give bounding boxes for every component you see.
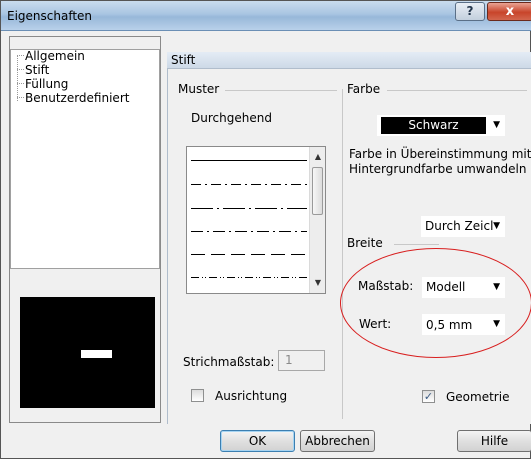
geometrie-label: Geometrie [446,390,510,404]
pattern-long-dash-dot[interactable] [191,208,307,209]
ausrichtung-checkbox[interactable] [191,389,204,402]
tree-connector [17,83,24,84]
panel-header: Stift [167,52,531,69]
tree-item-stift[interactable]: Stift [25,63,49,77]
close-button[interactable]: x [487,2,531,21]
color-value[interactable]: Schwarz [381,117,486,134]
geometrie-checkbox[interactable]: ✓ [422,390,435,403]
highlight-ellipse [340,248,531,358]
cancel-button[interactable]: Abbrechen [300,430,375,452]
pattern-list[interactable]: ▲ ▼ [186,146,326,294]
group-divider [342,89,343,419]
breite-label: Breite [347,236,383,250]
tree-connector [17,55,18,101]
preview-line [81,350,112,358]
window-title: Eigenschaften [7,9,93,23]
muster-separator [225,90,337,91]
strich-input[interactable]: 1 [278,350,325,371]
title-bar: Eigenschaften ? x [1,1,531,31]
farbe-separator [387,90,527,91]
farbe-label: Farbe [347,82,381,96]
tree-connector [17,97,24,98]
pattern-scrollbar[interactable]: ▲ ▼ [309,147,325,293]
color-note-line1: Farbe in Übereinstimmung mit [349,147,531,161]
pattern-dash-dot-dot[interactable] [191,277,307,278]
durch-value: Durch Zeicl [425,219,494,233]
breite-separator [394,244,439,245]
pattern-long-dash[interactable] [191,254,307,255]
panel-title: Stift [171,53,196,67]
properties-dialog: Eigenschaften ? x Allgemein Stift Füllun… [0,0,531,459]
pattern-dash-dot[interactable] [191,184,307,185]
category-tree: Allgemein Stift Füllung Benutzerdefinier… [10,49,160,269]
chevron-down-icon: ▼ [493,221,500,231]
pattern-solid[interactable] [191,160,307,162]
muster-selected: Durchgehend [191,111,272,125]
scroll-up-icon[interactable]: ▲ [310,149,326,165]
color-note-line2: Hintergrundfarbe umwandeln [349,162,527,176]
ausrichtung-label: Ausrichtung [215,389,288,403]
strich-label: Strichmaßstab: [183,355,275,369]
pattern-dash-dot-dash[interactable] [191,231,307,232]
ok-button[interactable]: OK [220,430,295,452]
tree-connector [17,55,24,56]
tree-connector [17,69,24,70]
tree-item-benutzerdefiniert[interactable]: Benutzerdefiniert [25,91,129,105]
chevron-down-icon: ▼ [493,120,500,130]
tree-item-fuellung[interactable]: Füllung [25,77,68,91]
tree-item-allgemein[interactable]: Allgemein [25,49,85,63]
muster-label: Muster [178,82,220,96]
scroll-down-icon[interactable]: ▼ [310,275,326,291]
help-title-button[interactable]: ? [455,2,485,21]
scroll-thumb[interactable] [312,167,323,215]
help-button[interactable]: Hilfe [457,430,531,452]
durch-combo[interactable]: Durch Zeicl ▼ [421,216,505,237]
pen-preview [20,297,155,408]
